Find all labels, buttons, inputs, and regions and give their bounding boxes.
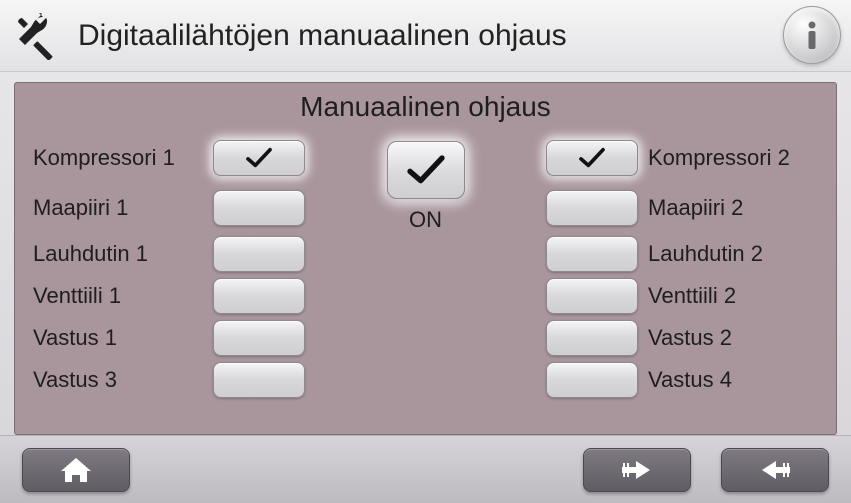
home-icon <box>57 455 95 485</box>
check-icon <box>406 153 446 187</box>
manual-control-panel: Manuaalinen ohjaus ON Kompressori 1 Kompr… <box>14 82 837 435</box>
toggle-vastus-2[interactable] <box>546 320 638 356</box>
controls-grid: ON Kompressori 1 Kompressori 2 Maapiiri 1 M… <box>33 133 818 401</box>
toggle-lauhdutin-2[interactable] <box>546 236 638 272</box>
toggle-vastus-3[interactable] <box>213 362 305 398</box>
toggle-vastus-4[interactable] <box>546 362 638 398</box>
titlebar: Digitaalilähtöjen manuaalinen ohjaus <box>0 0 851 72</box>
check-icon <box>245 147 273 169</box>
toggle-maapiiri-2[interactable] <box>546 190 638 226</box>
toggle-venttiili-1[interactable] <box>213 278 305 314</box>
arrow-right-icon <box>618 455 656 485</box>
label-vastus-2: Vastus 2 <box>648 317 818 359</box>
label-vastus-4: Vastus 4 <box>648 359 818 401</box>
arrow-left-icon <box>756 455 794 485</box>
toggle-kompressori-2[interactable] <box>546 140 638 176</box>
toggle-lauhdutin-1[interactable] <box>213 236 305 272</box>
footer-bar <box>0 435 851 503</box>
label-maapiiri-1: Maapiiri 1 <box>33 187 203 229</box>
panel-title: Manuaalinen ohjaus <box>33 91 818 123</box>
info-button[interactable] <box>783 6 841 64</box>
master-toggle-button[interactable] <box>387 141 465 199</box>
page-title: Digitaalilähtöjen manuaalinen ohjaus <box>78 19 567 53</box>
toggle-maapiiri-1[interactable] <box>213 190 305 226</box>
toggle-venttiili-2[interactable] <box>546 278 638 314</box>
master-toggle-state: ON <box>409 207 442 233</box>
back-button[interactable] <box>721 448 829 492</box>
label-venttiili-2: Venttiili 2 <box>648 275 818 317</box>
label-venttiili-1: Venttiili 1 <box>33 275 203 317</box>
label-maapiiri-2: Maapiiri 2 <box>648 187 818 229</box>
app-window: Digitaalilähtöjen manuaalinen ohjaus Man… <box>0 0 851 503</box>
toggle-vastus-1[interactable] <box>213 320 305 356</box>
footer-right-group <box>583 448 829 492</box>
tools-icon <box>12 12 60 60</box>
label-lauhdutin-1: Lauhdutin 1 <box>33 233 203 275</box>
home-button[interactable] <box>22 448 130 492</box>
label-lauhdutin-2: Lauhdutin 2 <box>648 233 818 275</box>
label-vastus-3: Vastus 3 <box>33 359 203 401</box>
toggle-kompressori-1[interactable] <box>213 140 305 176</box>
check-icon <box>578 147 606 169</box>
label-vastus-1: Vastus 1 <box>33 317 203 359</box>
next-button[interactable] <box>583 448 691 492</box>
label-kompressori-2: Kompressori 2 <box>648 137 818 179</box>
master-toggle-block: ON <box>333 133 518 233</box>
label-kompressori-1: Kompressori 1 <box>33 137 203 179</box>
